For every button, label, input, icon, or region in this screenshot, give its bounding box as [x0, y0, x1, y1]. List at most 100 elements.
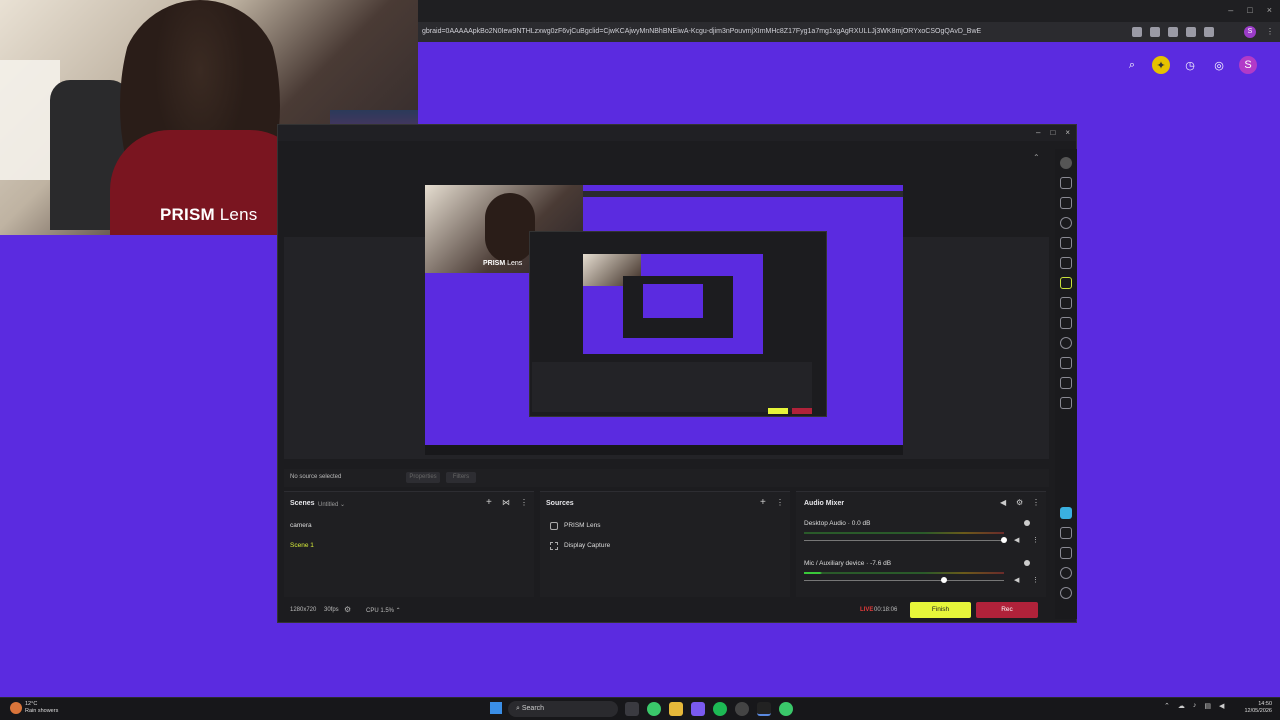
- search-icon[interactable]: ⌕: [1123, 56, 1141, 74]
- layers-icon[interactable]: [1060, 297, 1072, 309]
- mic-knob[interactable]: [941, 577, 947, 583]
- mic-meter: [804, 572, 1004, 574]
- music-icon[interactable]: [1060, 377, 1072, 389]
- obs-minimize-button[interactable]: –: [1036, 128, 1040, 137]
- desktop-audio-knob[interactable]: [1001, 537, 1007, 543]
- maximize-button[interactable]: □: [1247, 5, 1252, 15]
- star-icon[interactable]: [1150, 27, 1160, 37]
- copy-icon[interactable]: [1060, 197, 1072, 209]
- system-tray: ⌃ ☁ ♪ ▤ ◀: [1164, 702, 1224, 710]
- volume-icon[interactable]: ◀: [1219, 702, 1224, 710]
- spotify-icon[interactable]: [713, 702, 727, 716]
- live-indicator: LIVE: [860, 607, 874, 613]
- start-icon[interactable]: [490, 702, 502, 714]
- right-dock-sidebar: [1055, 149, 1077, 619]
- source-item-display-capture[interactable]: Display Capture: [550, 542, 610, 550]
- lens-icon[interactable]: [1060, 277, 1072, 289]
- task-view-icon[interactable]: [625, 702, 639, 716]
- add-scene-icon[interactable]: +: [486, 497, 492, 508]
- clock[interactable]: 14:50 12/05/2026: [1238, 701, 1272, 715]
- messenger-icon[interactable]: [691, 702, 705, 716]
- mic-tray-icon[interactable]: ♪: [1193, 702, 1197, 710]
- window-titlebar: – □ ×: [278, 125, 1076, 141]
- heart-icon[interactable]: [1060, 337, 1072, 349]
- stream-timer: 00:18:06: [874, 607, 898, 613]
- chrome-icon[interactable]: [647, 702, 661, 716]
- chat-bubble-icon[interactable]: [1060, 217, 1072, 229]
- prism-app-icon[interactable]: [1060, 507, 1072, 519]
- weather-widget[interactable]: 12°C Rain showers: [25, 701, 58, 715]
- sidebar-icon[interactable]: [1204, 27, 1214, 37]
- settings-gear-icon[interactable]: [1060, 587, 1072, 599]
- mic-menu-icon[interactable]: ⋮: [1032, 576, 1039, 584]
- source-item-prism-lens[interactable]: PRISM Lens: [550, 522, 601, 530]
- share-icon[interactable]: [1132, 27, 1142, 37]
- file-explorer-icon[interactable]: [669, 702, 683, 716]
- desktop-audio-dot[interactable]: [1024, 520, 1030, 526]
- bell-icon[interactable]: [1060, 237, 1072, 249]
- desktop-audio-meter: [804, 532, 1004, 534]
- prism-icon[interactable]: [757, 702, 771, 716]
- source-toolbar: No source selected Properties Filters: [284, 469, 1049, 487]
- status-settings-icon[interactable]: ⚙: [344, 605, 351, 614]
- scene-collection-dropdown[interactable]: Untitled ⌄: [318, 501, 345, 508]
- mic-mute-icon[interactable]: ◀: [1014, 576, 1019, 584]
- brush-icon[interactable]: [1060, 317, 1072, 329]
- account-icon[interactable]: S: [1239, 56, 1257, 74]
- status-bar: 1280x720 30fps ⚙ CPU 1.5% ⌃ LIVE 00:18:0…: [284, 601, 1049, 621]
- scene-item-scene1[interactable]: Scene 1: [290, 542, 314, 549]
- mixer-speaker-icon[interactable]: ◀: [1000, 498, 1006, 507]
- add-source-icon[interactable]: +: [760, 497, 766, 508]
- onedrive-icon[interactable]: ☁: [1178, 702, 1185, 710]
- layout-icon[interactable]: [1060, 177, 1072, 189]
- help-icon[interactable]: [1060, 567, 1072, 579]
- media-icon[interactable]: [1060, 547, 1072, 559]
- people-icon[interactable]: [1060, 527, 1072, 539]
- desktop-audio-slider[interactable]: [804, 540, 1004, 541]
- desktop-audio-menu-icon[interactable]: ⋮: [1032, 536, 1039, 544]
- extensions-icon[interactable]: [1186, 27, 1196, 37]
- cpu-label[interactable]: CPU 1.5% ⌃: [366, 607, 401, 614]
- properties-button[interactable]: Properties: [406, 472, 440, 483]
- mic-dot[interactable]: [1024, 560, 1030, 566]
- scene-item-camera[interactable]: camera: [290, 522, 312, 529]
- camera-icon[interactable]: [1060, 257, 1072, 269]
- sources-menu-icon[interactable]: ⋮: [776, 498, 784, 507]
- filters-button[interactable]: Filters: [446, 472, 476, 483]
- url-text: gbraid=0AAAAApkBo2N0Iew9NTHLzxwg0zF6vjCu…: [422, 28, 982, 35]
- taskbar-search[interactable]: ⌕ Search: [508, 701, 618, 717]
- network-icon[interactable]: ▤: [1204, 702, 1211, 710]
- obs-maximize-button[interactable]: □: [1050, 128, 1055, 137]
- preview-canvas[interactable]: PRISM Lens: [425, 185, 903, 455]
- minimize-button[interactable]: –: [1228, 5, 1233, 15]
- finish-button[interactable]: Finish: [910, 602, 971, 618]
- profile-avatar[interactable]: S: [1244, 26, 1256, 38]
- chrome-2-icon[interactable]: [779, 702, 793, 716]
- transition-icon[interactable]: ⋈: [502, 498, 510, 507]
- chat-icon[interactable]: ◎: [1210, 56, 1228, 74]
- nested-urlbar: [583, 191, 903, 197]
- history-icon[interactable]: ◷: [1181, 56, 1199, 74]
- mic-label: Mic / Auxiliary device · -7.6 dB: [804, 560, 892, 567]
- tray-chevron-icon[interactable]: ⌃: [1164, 702, 1170, 710]
- scenes-menu-icon[interactable]: ⋮: [520, 498, 528, 507]
- rec-button[interactable]: Rec: [976, 602, 1038, 618]
- audio-mixer-panel: Audio Mixer ◀ ⚙ ⋮ Desktop Audio · 0.0 dB…: [796, 491, 1046, 597]
- user-avatar-icon[interactable]: [1060, 157, 1072, 169]
- extension-shield-icon[interactable]: [1168, 27, 1178, 37]
- weather-icon[interactable]: [10, 702, 22, 714]
- collapse-chevron-icon[interactable]: ⌃: [1033, 153, 1040, 162]
- mixer-menu-icon[interactable]: ⋮: [1032, 498, 1040, 507]
- menu-icon[interactable]: ⋮: [1266, 27, 1274, 36]
- close-button[interactable]: ×: [1267, 5, 1272, 15]
- nested-preview-2: [643, 284, 703, 318]
- lightbulb-icon[interactable]: ✦: [1152, 56, 1170, 74]
- desktop-audio-mute-icon[interactable]: ◀: [1014, 536, 1019, 544]
- mixer-settings-icon[interactable]: ⚙: [1016, 498, 1023, 507]
- obs-icon[interactable]: [735, 702, 749, 716]
- mic-slider[interactable]: [804, 580, 1004, 581]
- obs-close-button[interactable]: ×: [1065, 128, 1070, 137]
- sources-panel: Sources + ⋮ PRISM Lens Display Capture: [540, 491, 790, 597]
- trash-icon[interactable]: [1060, 397, 1072, 409]
- sticker-icon[interactable]: [1060, 357, 1072, 369]
